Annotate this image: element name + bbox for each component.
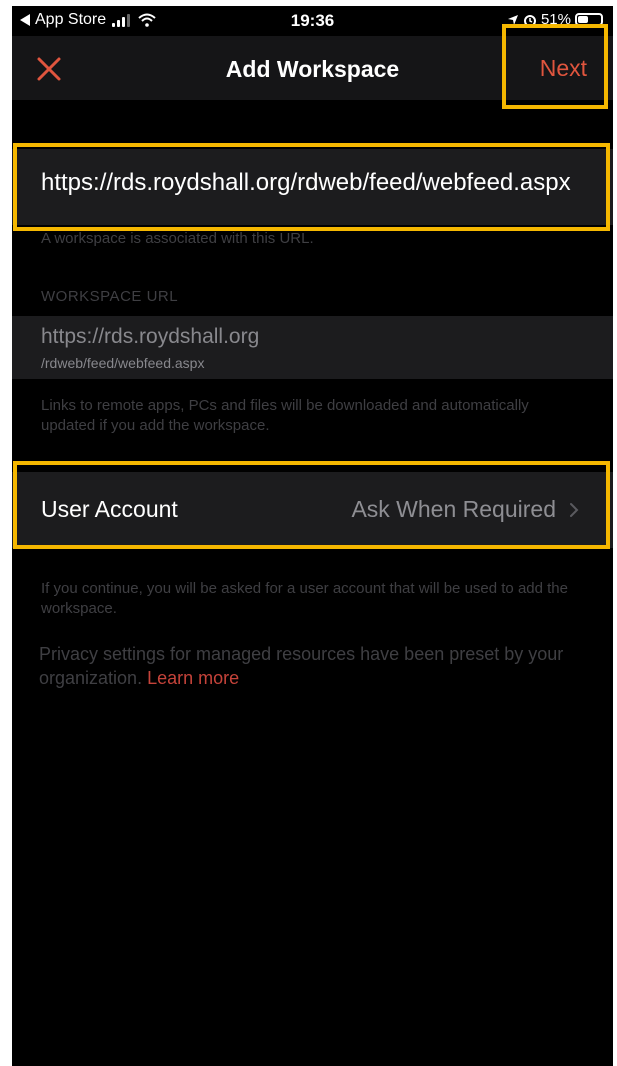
workspace-url-host: https://rds.roydshall.org [41,325,260,348]
privacy-text: Privacy settings for managed resources h… [39,644,564,688]
workspace-url-header: WORKSPACE URL [41,288,179,305]
url-input-row[interactable]: https://rds.roydshall.org/rdweb/feed/web… [12,149,613,225]
status-bar: App Store 19:36 51% [12,6,613,36]
status-bar-right: 51% [507,11,603,28]
user-account-label: User Account [41,496,178,522]
workspace-url-display: https://rds.roydshall.org /rdweb/feed/we… [12,316,613,379]
workspace-url-path: /rdweb/feed/webfeed.aspx [41,355,205,371]
alarm-icon [523,14,536,27]
battery-level-fill [578,16,588,23]
chevron-right-icon [570,503,579,517]
location-arrow-icon [507,14,518,25]
continue-note: If you continue, you will be asked for a… [41,580,568,617]
phone-screen: App Store 19:36 51% Add Workspace Next h… [12,6,613,1066]
battery-icon [575,13,603,26]
workspace-url-input[interactable]: https://rds.roydshall.org/rdweb/feed/web… [41,169,587,197]
page-title: Add Workspace [225,56,400,82]
navigation-bar: Add Workspace Next [12,36,613,100]
user-account-row[interactable]: User Account Ask When Required [12,472,613,548]
url-association-note: A workspace is associated with this URL. [41,230,314,247]
links-note: Links to remote apps, PCs and files will… [41,397,529,434]
battery-percent: 51% [540,11,571,28]
next-button[interactable]: Next [540,55,587,82]
user-account-value: Ask When Required [351,496,556,522]
privacy-note: Privacy settings for managed resources h… [39,642,589,690]
learn-more-link[interactable]: Learn more [147,668,239,688]
